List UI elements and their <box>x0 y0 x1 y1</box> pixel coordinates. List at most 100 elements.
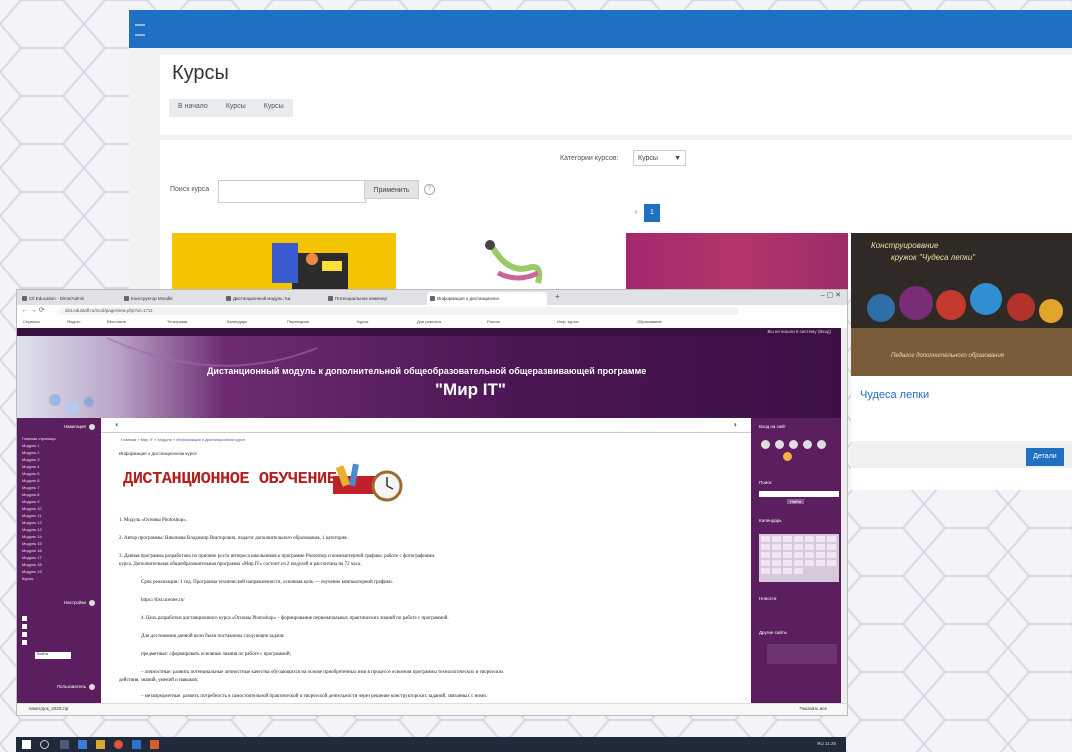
category-label: Категории курсов: <box>560 155 619 162</box>
bookmark[interactable]: Разное <box>487 319 500 324</box>
bookmark[interactable]: Календарь <box>227 319 247 324</box>
nav-item[interactable]: Модуль 4 <box>22 464 40 469</box>
bookmark[interactable]: Переводчик <box>287 319 309 324</box>
social-icon[interactable] <box>783 452 792 461</box>
collapse-right-icon[interactable]: ◑ <box>732 420 737 429</box>
nav-item[interactable]: Модуль 13 <box>22 527 42 532</box>
nav-item[interactable]: Модуль 9 <box>22 499 40 504</box>
login-button[interactable]: Войти <box>37 651 48 656</box>
nav-arrows-icon[interactable]: ← → ⟳ <box>21 306 45 314</box>
bookmark[interactable]: Курсы <box>357 319 368 324</box>
bookmark[interactable]: Сервисы <box>23 319 40 324</box>
nav-item[interactable]: Модуль 5 <box>22 471 40 476</box>
main-content: ◐ ◑ Главная » Мир IT » Модули » Информац… <box>101 418 751 703</box>
nav-item[interactable]: Модуль 8 <box>22 492 40 497</box>
menu-icon[interactable] <box>135 24 145 36</box>
download-file[interactable]: пакет/док_2020.zip <box>29 706 68 711</box>
page-header: Курсы В начало Курсы Курсы <box>160 55 1072 135</box>
chrome-icon[interactable] <box>114 740 123 749</box>
category-select[interactable]: Курсы ▼ <box>633 150 686 166</box>
bookmark[interactable]: Инф. курсы <box>557 319 578 324</box>
powerpoint-icon[interactable] <box>150 740 159 749</box>
social-icon[interactable] <box>803 440 812 449</box>
tab-5-active[interactable]: Информация о дистанционно <box>427 292 547 305</box>
tab-label: Дистанционный модуль: Ка <box>233 296 291 301</box>
breadcrumb-courses[interactable]: Курсы <box>217 99 255 117</box>
social-icon[interactable] <box>817 440 826 449</box>
search-icon[interactable] <box>40 740 49 749</box>
explorer-icon[interactable] <box>78 740 87 749</box>
nav-item[interactable]: Модуль 3 <box>22 457 40 462</box>
collapse-icon[interactable] <box>89 600 95 606</box>
nav-item[interactable]: Модуль 15 <box>22 541 42 546</box>
nav-item[interactable]: Модуль 1 <box>22 443 40 448</box>
course-title-link[interactable]: Чудеса лепки <box>860 389 929 401</box>
nav-item[interactable]: Модуль 17 <box>22 555 42 560</box>
nav-item[interactable]: Модуль 2 <box>22 450 40 455</box>
nav-item[interactable]: Модуль 11 <box>22 513 41 518</box>
course-card-image[interactable] <box>398 233 624 290</box>
bookmark[interactable]: Телеграмм <box>167 319 187 324</box>
breadcrumb-courses-current[interactable]: Курсы <box>255 99 293 117</box>
scrollbar[interactable] <box>841 328 847 703</box>
paragraph: курса. Дополнительная общеобразовательна… <box>119 562 362 567</box>
course-card-image[interactable] <box>626 233 848 290</box>
folder-icon[interactable] <box>96 740 105 749</box>
course-card-photo[interactable]: Конструирование кружок "Чудеса лепки" Пе… <box>851 233 1072 376</box>
social-icon[interactable] <box>775 440 784 449</box>
search-input[interactable] <box>218 180 366 203</box>
nav-item[interactable]: Модуль 18 <box>22 562 42 567</box>
paragraph-link[interactable]: https://dist.ucenter.ru/ <box>141 598 185 603</box>
nav-item[interactable]: Модуль 14 <box>22 534 42 539</box>
sidebar-search-input[interactable] <box>759 491 839 497</box>
bookmark[interactable]: Яндекс <box>67 319 80 324</box>
show-all-downloads[interactable]: Показать все <box>800 706 827 711</box>
nav-item[interactable]: Модуль 6 <box>22 478 40 483</box>
bookmark[interactable]: Для ремонта <box>417 319 441 324</box>
tab-label: Конструктор Moodle <box>131 296 173 301</box>
nav-item[interactable]: Модуль 7 <box>22 485 40 490</box>
url-input[interactable]: dist.edustaff.ru/mod/page/view.php?id=17… <box>59 307 739 315</box>
task-view-icon[interactable] <box>60 740 69 749</box>
tab-4[interactable]: Потенциальное инженер <box>325 292 425 305</box>
tab-2[interactable]: Конструктор Moodle <box>121 292 221 305</box>
news-block-heading: Новости <box>759 596 777 601</box>
windows-start-icon[interactable] <box>22 740 31 749</box>
word-icon[interactable] <box>132 740 141 749</box>
course-card-image[interactable] <box>172 233 396 290</box>
nav-item[interactable]: Модуль 10 <box>22 506 42 511</box>
sidebar-search-button[interactable]: Найти <box>787 499 805 504</box>
details-button[interactable]: Детали <box>1026 448 1064 466</box>
window-controls-icon[interactable]: – ▢ ✕ <box>821 291 841 299</box>
system-tray[interactable]: RU 11:25 <box>817 741 836 746</box>
collapse-left-icon[interactable]: ◐ <box>115 420 120 429</box>
chevron-down-icon: ▼ <box>674 155 681 162</box>
nav-item[interactable]: Модуль 16 <box>22 548 42 553</box>
new-tab-icon[interactable]: + <box>555 292 560 301</box>
favicon-icon <box>226 296 231 301</box>
nav-item[interactable]: Курсы <box>22 576 33 581</box>
robot-image <box>272 243 348 290</box>
help-icon[interactable]: ? <box>424 184 435 195</box>
tab-1[interactable]: Ctl Education - Dime/Admin <box>19 292 119 305</box>
pagination-page-1[interactable]: 1 <box>644 204 660 222</box>
favicon-icon <box>328 296 333 301</box>
collapse-icon[interactable] <box>89 684 95 690</box>
nav-item[interactable]: Модуль 12 <box>22 520 42 525</box>
settings-heading-text: Настройки <box>63 600 86 606</box>
paragraph: 3. Данная программа разработана по причи… <box>119 554 436 559</box>
bookmark[interactable]: ВКонтакте <box>107 319 126 324</box>
collapse-icon[interactable] <box>89 424 95 430</box>
content-toolbar: ◐ ◑ <box>101 418 751 433</box>
nav-item[interactable]: Модуль 19 <box>22 569 42 574</box>
tab-3[interactable]: Дистанционный модуль: Ка <box>223 292 323 305</box>
social-icon[interactable] <box>789 440 798 449</box>
nav-item[interactable]: Главная страница <box>22 436 56 441</box>
pagination-prev[interactable]: ‹ <box>628 204 644 222</box>
social-icon[interactable] <box>761 440 770 449</box>
breadcrumb-home[interactable]: В начало <box>169 99 217 117</box>
bookmark[interactable]: Образование <box>637 319 662 324</box>
paragraph: Срок реализации: 1 год. Программа технич… <box>141 580 393 585</box>
breadcrumb[interactable]: Главная » Мир IT » Модули » Информация о… <box>121 437 245 442</box>
apply-button[interactable]: Применить <box>364 180 419 199</box>
